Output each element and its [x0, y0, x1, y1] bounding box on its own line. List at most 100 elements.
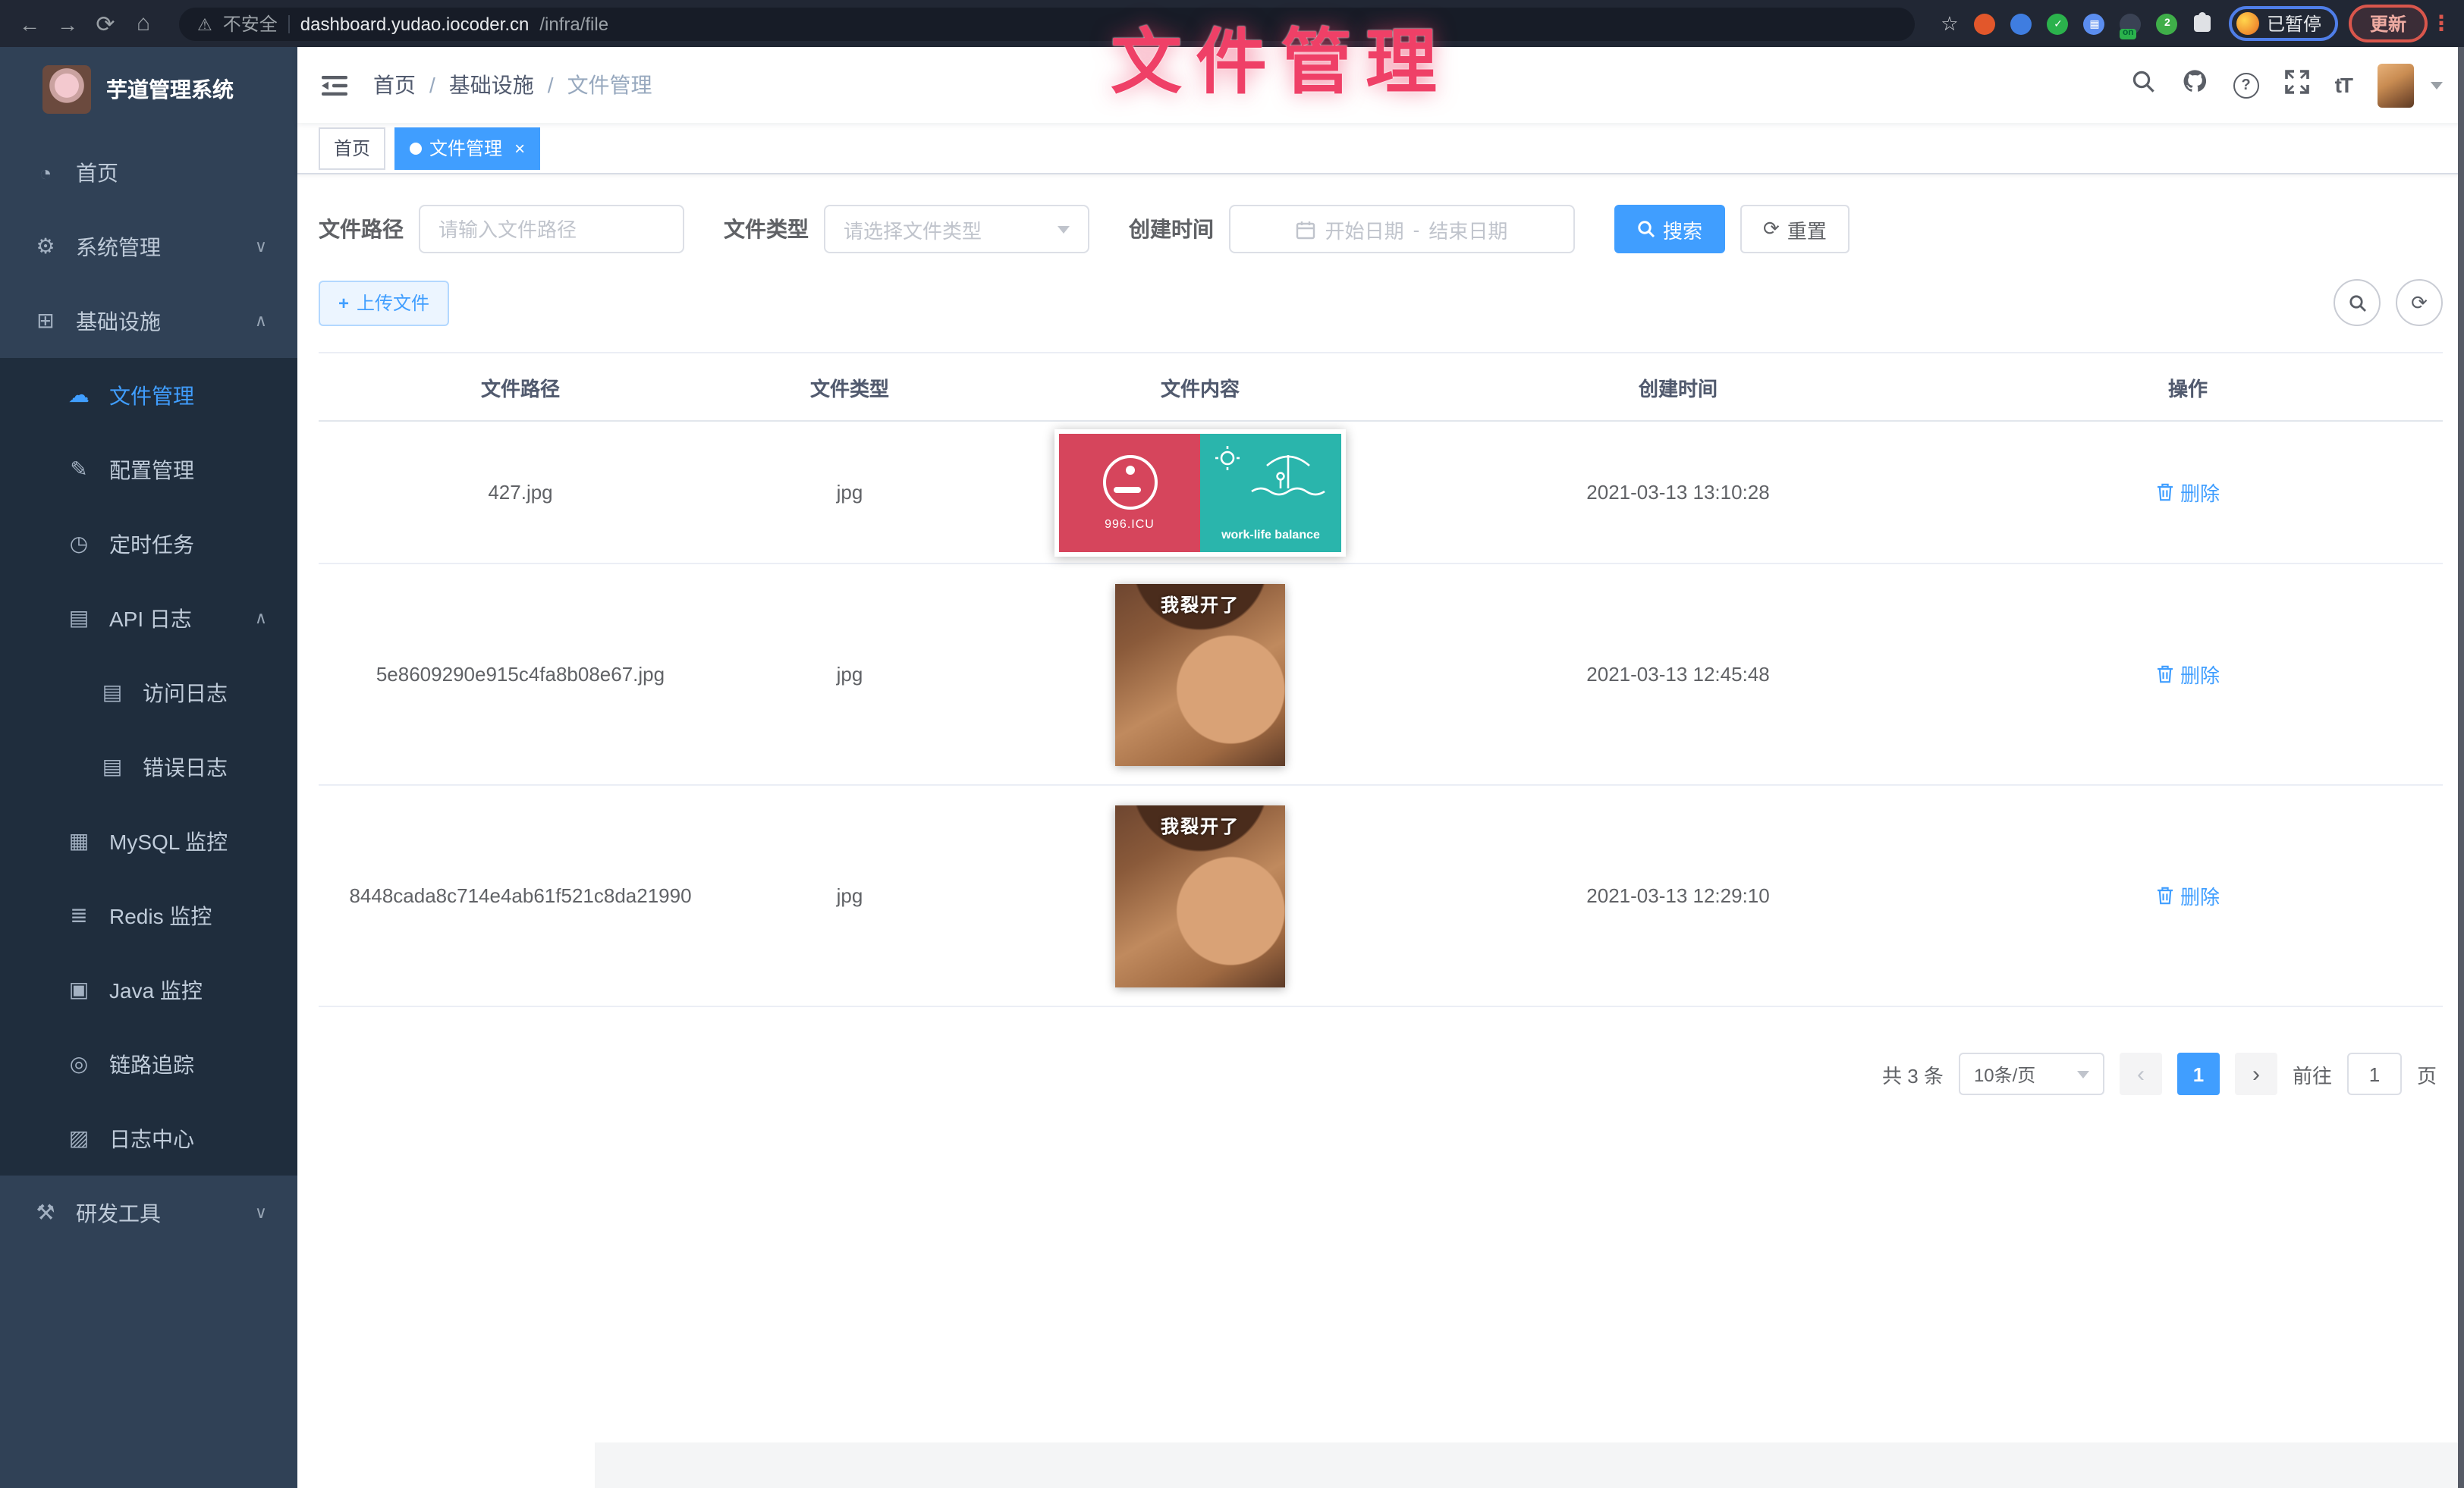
delete-label: 删除	[2180, 478, 2220, 507]
prev-page-button[interactable]	[2120, 1053, 2162, 1095]
breadcrumb-item[interactable]: 首页	[373, 70, 416, 100]
sidebar-item-config[interactable]: ✎配置管理	[0, 432, 297, 507]
active-tag-dot	[410, 142, 422, 154]
sidebar-item-home[interactable]: ◔首页	[0, 135, 297, 209]
page-number-1[interactable]: 1	[2177, 1053, 2220, 1095]
date-range-picker[interactable]: 开始日期 - 结束日期	[1229, 205, 1575, 253]
search-button[interactable]: 搜索	[1614, 205, 1725, 253]
browser-toolbar: 不安全 dashboard.yudao.iocoder.cn /infra/fi…	[0, 0, 2464, 47]
sidebar-logo-row[interactable]: 芋道管理系统	[0, 47, 297, 129]
sidebar-item-label: 文件管理	[109, 380, 194, 410]
sidebar-item-label: 首页	[76, 157, 118, 187]
delete-button[interactable]: 删除	[2156, 660, 2220, 689]
reset-button[interactable]: 重置	[1740, 205, 1850, 253]
sidebar-item-java[interactable]: ▣Java 监控	[0, 953, 297, 1027]
sidebar-item-mysql[interactable]: ▦MySQL 监控	[0, 804, 297, 878]
next-page-button[interactable]	[2235, 1053, 2277, 1095]
table-row: 5e8609290e915c4fa8b08e67.jpgjpg我裂开了2021-…	[319, 564, 2443, 786]
sidebar-item-label: 错误日志	[143, 752, 228, 782]
sidebar-item-trace[interactable]: ◎链路追踪	[0, 1027, 297, 1101]
hamburger-icon[interactable]	[319, 70, 349, 100]
top-navbar: 首页/基础设施/文件管理	[297, 47, 2464, 123]
navbar-actions	[2132, 63, 2464, 107]
breadcrumb: 首页/基础设施/文件管理	[373, 70, 652, 100]
edit-icon: ✎	[67, 457, 91, 482]
window-scrollbar[interactable]	[2458, 47, 2464, 1488]
browser-update-button[interactable]: 更新	[2349, 5, 2428, 42]
file-path-label: 文件路径	[319, 214, 404, 244]
meme-caption: 我裂开了	[1161, 812, 1240, 987]
gear-icon: ⚙	[33, 234, 58, 259]
browser-forward-icon[interactable]	[50, 6, 85, 41]
breadcrumb-item[interactable]: 基础设施	[449, 70, 534, 100]
extensions-puzzle-icon[interactable]	[2186, 7, 2218, 40]
toggle-search-button[interactable]	[2334, 279, 2381, 326]
orange-ext-icon[interactable]	[1969, 7, 2001, 40]
meme-caption: 我裂开了	[1161, 591, 1240, 765]
main-area: 首页/基础设施/文件管理 首页文件管理	[297, 47, 2464, 1488]
cell-file-path: 427.jpg	[319, 481, 722, 504]
goto-page-input[interactable]	[2347, 1053, 2402, 1095]
sidebar-item-log-center[interactable]: ▨日志中心	[0, 1101, 297, 1176]
date-separator: -	[1413, 218, 1420, 240]
browser-menu-icon[interactable]	[2431, 11, 2452, 36]
sidebar-item-job[interactable]: ◷定时任务	[0, 507, 297, 581]
user-avatar[interactable]	[2378, 63, 2414, 107]
toolbar-row: 上传文件	[319, 279, 2443, 326]
browser-reload-icon[interactable]	[88, 6, 123, 41]
tools-icon: ⚒	[33, 1200, 58, 1226]
sidebar-item-label: Java 监控	[109, 975, 203, 1005]
file-preview-meme-image[interactable]: 我裂开了	[1115, 805, 1285, 987]
sidebar: 芋道管理系统 ◔首页⚙系统管理∨⊞基础设施∧☁文件管理✎配置管理◷定时任务▤AP…	[0, 47, 297, 1488]
on-ext-icon[interactable]: on	[2115, 7, 2147, 40]
browser-home-icon[interactable]	[126, 6, 161, 41]
sidebar-item-label: MySQL 监控	[109, 826, 228, 856]
plus-icon	[338, 292, 349, 313]
check-ext-icon[interactable]: ✓	[2042, 7, 2074, 40]
sidebar-item-redis[interactable]: ≣Redis 监控	[0, 878, 297, 953]
sidebar-item-file[interactable]: ☁文件管理	[0, 358, 297, 432]
file-preview-996-badge[interactable]: 996.ICUwork-life balance	[1054, 429, 1346, 556]
infra-icon: ⊞	[33, 308, 58, 334]
upload-file-button[interactable]: 上传文件	[319, 280, 449, 325]
sidebar-item-infra[interactable]: ⊞基础设施∧	[0, 284, 297, 358]
bookmark-star-icon[interactable]	[1933, 11, 1966, 36]
table-row: 427.jpgjpg996.ICUwork-life balance2021-0…	[319, 422, 2443, 564]
badge-right-caption: work-life balance	[1221, 527, 1320, 541]
sidebar-item-error-log[interactable]: ▤错误日志	[0, 730, 297, 804]
browser-back-icon[interactable]	[12, 6, 47, 41]
paused-profile-pill[interactable]: 已暂停	[2229, 6, 2338, 41]
file-preview-meme-image[interactable]: 我裂开了	[1115, 583, 1285, 765]
sidebar-item-access-log[interactable]: ▤访问日志	[0, 655, 297, 730]
grid-ext-icon[interactable]: ▦	[2079, 7, 2110, 40]
sidebar-item-dev-tools[interactable]: ⚒研发工具∨	[0, 1176, 297, 1250]
pin-ext-icon[interactable]	[2006, 7, 2038, 40]
address-bar[interactable]: 不安全 dashboard.yudao.iocoder.cn /infra/fi…	[179, 7, 1915, 40]
github-icon[interactable]	[2182, 68, 2208, 102]
green-ext-icon[interactable]: 2	[2151, 7, 2183, 40]
breadcrumb-separator: /	[548, 73, 554, 97]
user-menu-caret-icon[interactable]	[2431, 81, 2443, 89]
font-size-icon[interactable]	[2335, 73, 2352, 97]
file-type-select[interactable]: 请选择文件类型	[824, 205, 1089, 253]
tag-label: 文件管理	[429, 135, 502, 161]
profile-avatar	[2236, 12, 2259, 35]
close-icon[interactable]	[514, 137, 525, 159]
sidebar-item-label: 研发工具	[76, 1198, 161, 1228]
tag-首页[interactable]: 首页	[319, 127, 385, 169]
trash-icon	[2156, 886, 2174, 906]
fullscreen-icon[interactable]	[2285, 69, 2309, 101]
file-path-input[interactable]	[419, 205, 684, 253]
security-label: 不安全	[223, 11, 278, 36]
page-size-select[interactable]: 10条/页	[1959, 1053, 2104, 1095]
sidebar-item-system[interactable]: ⚙系统管理∨	[0, 209, 297, 284]
sidebar-item-api-log[interactable]: ▤API 日志∧	[0, 581, 297, 655]
help-icon[interactable]	[2233, 72, 2259, 98]
delete-button[interactable]: 删除	[2156, 881, 2220, 910]
tag-文件管理[interactable]: 文件管理	[394, 127, 540, 169]
delete-button[interactable]: 删除	[2156, 478, 2220, 507]
total-count: 共 3 条	[1882, 1059, 1944, 1088]
create-time-label: 创建时间	[1129, 214, 1214, 244]
header-search-icon[interactable]	[2132, 69, 2156, 101]
refresh-table-button[interactable]	[2396, 279, 2443, 326]
